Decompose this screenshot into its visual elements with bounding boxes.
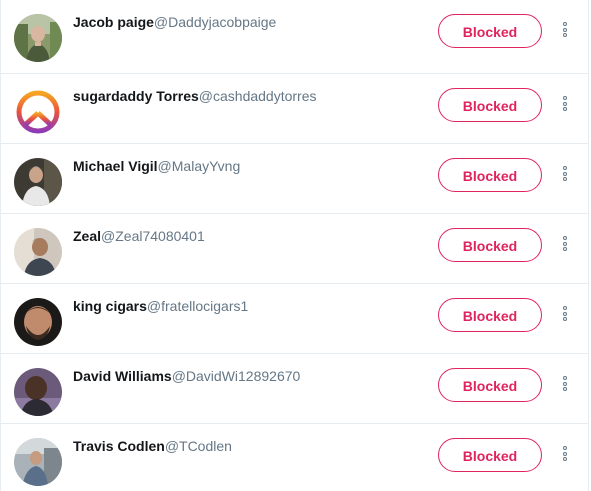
blocked-button[interactable]: Blocked (438, 438, 542, 472)
blocked-account-row[interactable]: Zeal@Zeal74080401 Blocked (1, 214, 588, 284)
display-name[interactable]: Michael Vigil (73, 158, 158, 174)
account-handle[interactable]: @cashdaddytorres (199, 88, 317, 104)
more-options-icon[interactable] (557, 236, 573, 256)
display-name[interactable]: Jacob paige (73, 14, 154, 30)
account-names: king cigars@fratellocigars1 (73, 297, 248, 315)
blocked-account-row[interactable]: Michael Vigil@MalayYvng Blocked (1, 144, 588, 214)
account-handle[interactable]: @TCodlen (165, 438, 232, 454)
more-options-icon[interactable] (557, 376, 573, 396)
more-options-icon[interactable] (557, 306, 573, 326)
avatar[interactable] (14, 158, 62, 206)
avatar[interactable] (14, 438, 62, 486)
display-name[interactable]: Zeal (73, 228, 101, 244)
blocked-account-row[interactable]: sugardaddy Torres@cashdaddytorres Blocke… (1, 74, 588, 144)
account-handle[interactable]: @Daddyjacobpaige (154, 14, 276, 30)
avatar[interactable] (14, 368, 62, 416)
display-name[interactable]: David Williams (73, 368, 172, 384)
account-names: David Williams@DavidWi12892670 (73, 367, 300, 385)
blocked-button[interactable]: Blocked (438, 298, 542, 332)
more-options-icon[interactable] (557, 22, 573, 42)
account-handle[interactable]: @Zeal74080401 (101, 228, 205, 244)
account-names: Michael Vigil@MalayYvng (73, 157, 240, 175)
more-options-icon[interactable] (557, 96, 573, 116)
peace-sign-icon[interactable] (14, 88, 62, 136)
blocked-button[interactable]: Blocked (438, 368, 542, 402)
avatar[interactable] (14, 298, 62, 346)
display-name[interactable]: Travis Codlen (73, 438, 165, 454)
account-names: Travis Codlen@TCodlen (73, 437, 232, 455)
blocked-button[interactable]: Blocked (438, 88, 542, 122)
blocked-account-row[interactable]: king cigars@fratellocigars1 Blocked (1, 284, 588, 354)
avatar[interactable] (14, 228, 62, 276)
account-names: Zeal@Zeal74080401 (73, 227, 205, 245)
blocked-button[interactable]: Blocked (438, 14, 542, 48)
more-options-icon[interactable] (557, 166, 573, 186)
blocked-button[interactable]: Blocked (438, 158, 542, 192)
account-handle[interactable]: @fratellocigars1 (147, 298, 248, 314)
blocked-account-row[interactable]: Travis Codlen@TCodlen Blocked (1, 424, 588, 491)
avatar[interactable] (14, 14, 62, 62)
display-name[interactable]: sugardaddy Torres (73, 88, 199, 104)
blocked-button[interactable]: Blocked (438, 228, 542, 262)
account-handle[interactable]: @DavidWi12892670 (172, 368, 301, 384)
blocked-accounts-list: Jacob paige@Daddyjacobpaige Blocked suga… (0, 0, 589, 491)
more-options-icon[interactable] (557, 446, 573, 466)
account-handle[interactable]: @MalayYvng (158, 158, 241, 174)
blocked-account-row[interactable]: Jacob paige@Daddyjacobpaige Blocked (1, 0, 588, 74)
display-name[interactable]: king cigars (73, 298, 147, 314)
account-names: sugardaddy Torres@cashdaddytorres (73, 87, 317, 105)
blocked-account-row[interactable]: David Williams@DavidWi12892670 Blocked (1, 354, 588, 424)
account-names: Jacob paige@Daddyjacobpaige (73, 13, 276, 31)
